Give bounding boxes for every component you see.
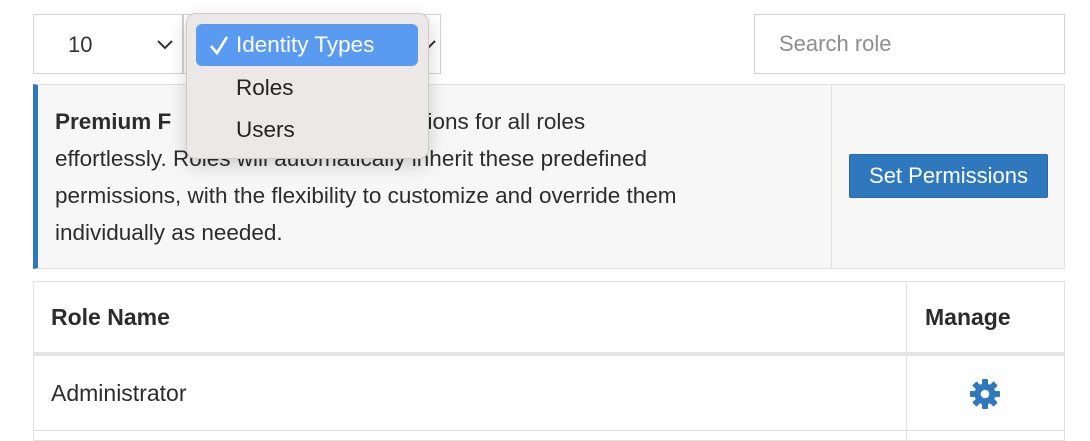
roles-table: Role Name Manage Administrator xyxy=(33,281,1065,441)
column-header-role-name: Role Name xyxy=(51,304,170,330)
chevron-down-icon xyxy=(157,40,173,50)
notice-title: Premium F xyxy=(55,109,172,134)
search-input[interactable] xyxy=(754,14,1065,74)
table-row: Administrator xyxy=(34,356,1064,431)
notice-line4: individually as needed. xyxy=(55,220,283,245)
menu-item-label: Users xyxy=(236,117,295,142)
notice-text: Premium Fermissions for all roles effort… xyxy=(55,103,805,251)
menu-item-roles[interactable]: Roles xyxy=(196,67,418,109)
page-size-select[interactable]: 10 xyxy=(33,14,183,74)
notice-line3: permissions, with the flexibility to cus… xyxy=(55,183,677,208)
gear-icon[interactable] xyxy=(969,378,1001,410)
menu-item-users[interactable]: Users xyxy=(196,109,418,151)
role-name-cell: Administrator xyxy=(51,380,187,406)
table-header: Role Name Manage xyxy=(34,282,1064,356)
checkmark-icon xyxy=(210,36,229,56)
page-size-value: 10 xyxy=(68,32,93,57)
notice-divider xyxy=(831,85,832,268)
menu-item-label: Identity Types xyxy=(236,32,375,57)
column-header-manage: Manage xyxy=(925,304,1011,330)
identity-type-dropdown-menu: Identity Types Roles Users xyxy=(186,13,429,159)
notice-line2: effortlessly. Roles will automatically i… xyxy=(55,146,647,171)
menu-item-identity-types[interactable]: Identity Types xyxy=(196,24,418,66)
set-permissions-button[interactable]: Set Permissions xyxy=(849,154,1048,198)
menu-item-label: Roles xyxy=(236,75,294,100)
